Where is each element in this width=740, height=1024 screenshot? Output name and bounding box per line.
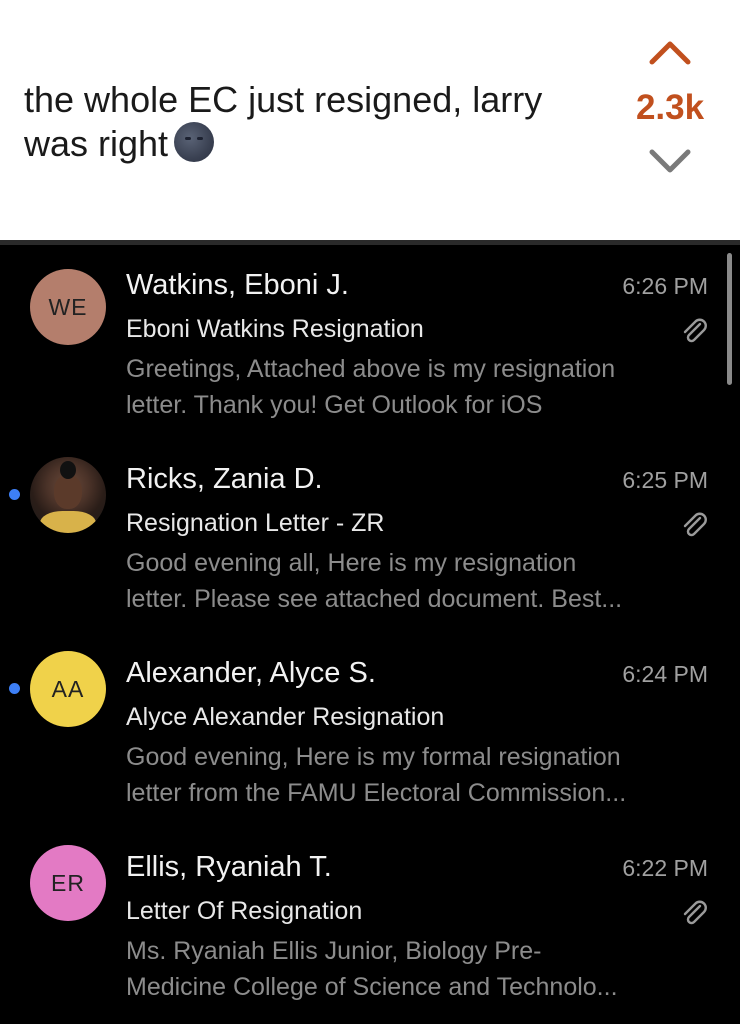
mail-preview-line: letter. Thank you! Get Outlook for iOS [126,391,543,419]
mail-preview-line: Greetings, Attached above is my resignat… [126,355,616,383]
mail-sender: Ellis, Ryaniah T. [126,851,332,883]
avatar-initials: AA [51,675,85,702]
avatar: ER [30,845,106,921]
mail-item[interactable]: WE Watkins, Eboni J. 6:26 PM Eboni Watki… [0,245,740,439]
chevron-down-icon [649,149,691,173]
mail-time: 6:22 PM [622,855,708,881]
mail-item[interactable]: AA Alexander, Alyce S. 6:24 PM Alyce Ale… [0,633,740,827]
post-title-text: the whole EC just resigned, larry was ri… [24,79,543,164]
mail-preview: Greetings, Attached above is my resignat… [126,351,716,423]
downvote-button[interactable] [640,138,700,182]
mail-subject: Eboni Watkins Resignation [126,315,424,343]
new-moon-face-icon [174,122,215,162]
mail-preview-line: letter from the FAMU Electoral Commissio… [126,779,627,807]
avatar-photo-detail [40,511,96,533]
mail-sender: Alexander, Alyce S. [126,657,376,689]
mail-time: 6:24 PM [622,661,708,687]
avatar-photo-detail [60,461,76,479]
avatar-photo-detail [54,475,82,509]
paperclip-icon [683,512,707,537]
vote-count: 2.3k [635,88,705,127]
avatar-initials: ER [51,869,85,896]
mail-item[interactable]: ER Ellis, Ryaniah T. 6:22 PM Letter Of R… [0,827,740,1021]
mail-item[interactable]: Ricks, Zania D. 6:25 PM Resignation Lett… [0,439,740,633]
mail-subject: Alyce Alexander Resignation [126,703,445,731]
avatar-photo [30,457,106,533]
upvote-button[interactable] [640,30,700,74]
mail-sender: Ricks, Zania D. [126,463,323,495]
mail-sender: Watkins, Eboni J. [126,269,349,301]
avatar: WE [30,269,106,345]
mail-subject: Resignation Letter - ZR [126,509,385,537]
mail-preview-line: Medicine College of Science and Technolo… [126,973,618,1001]
mail-preview: Good evening, Here is my formal resignat… [126,739,716,811]
paperclip-icon [683,900,707,925]
post-title[interactable]: the whole EC just resigned, larry was ri… [24,78,604,166]
avatar: AA [30,651,106,727]
paperclip-icon [683,318,707,343]
chevron-up-icon [649,41,691,65]
unread-indicator [9,683,20,694]
mail-preview: Ms. Ryaniah Ellis Junior, Biology Pre- M… [126,933,716,1005]
mail-preview-line: Ms. Ryaniah Ellis Junior, Biology Pre- [126,937,542,965]
mail-preview-line: Good evening all, Here is my resignation [126,549,577,577]
mail-time: 6:25 PM [622,467,708,493]
mail-subject: Letter Of Resignation [126,897,363,925]
mail-preview-line: letter. Please see attached document. Be… [126,585,623,613]
unread-indicator [9,489,20,500]
avatar-initials: WE [48,293,88,320]
mail-list[interactable]: WE Watkins, Eboni J. 6:26 PM Eboni Watki… [0,245,740,1024]
vote-controls: 2.3k [600,30,740,210]
mail-preview-line: Good evening, Here is my formal resignat… [126,743,621,771]
post-header: the whole EC just resigned, larry was ri… [0,0,740,240]
mail-preview: Good evening all, Here is my resignation… [126,545,716,617]
mail-time: 6:26 PM [622,273,708,299]
